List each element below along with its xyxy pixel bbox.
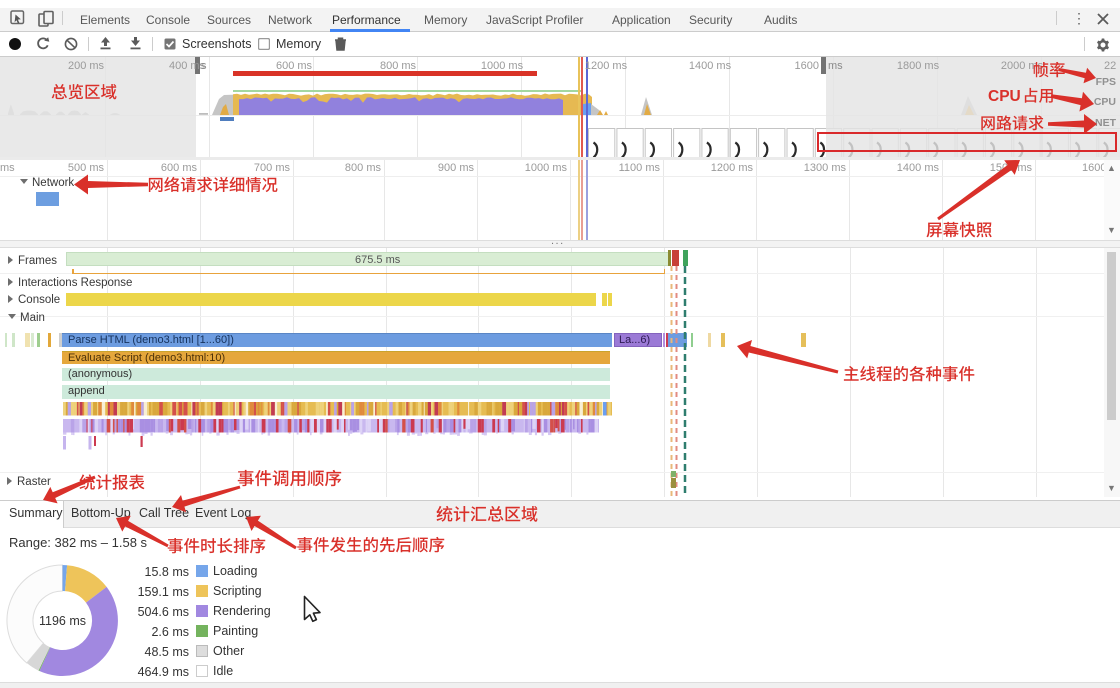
- svg-text:CPU: CPU: [988, 88, 1021, 105]
